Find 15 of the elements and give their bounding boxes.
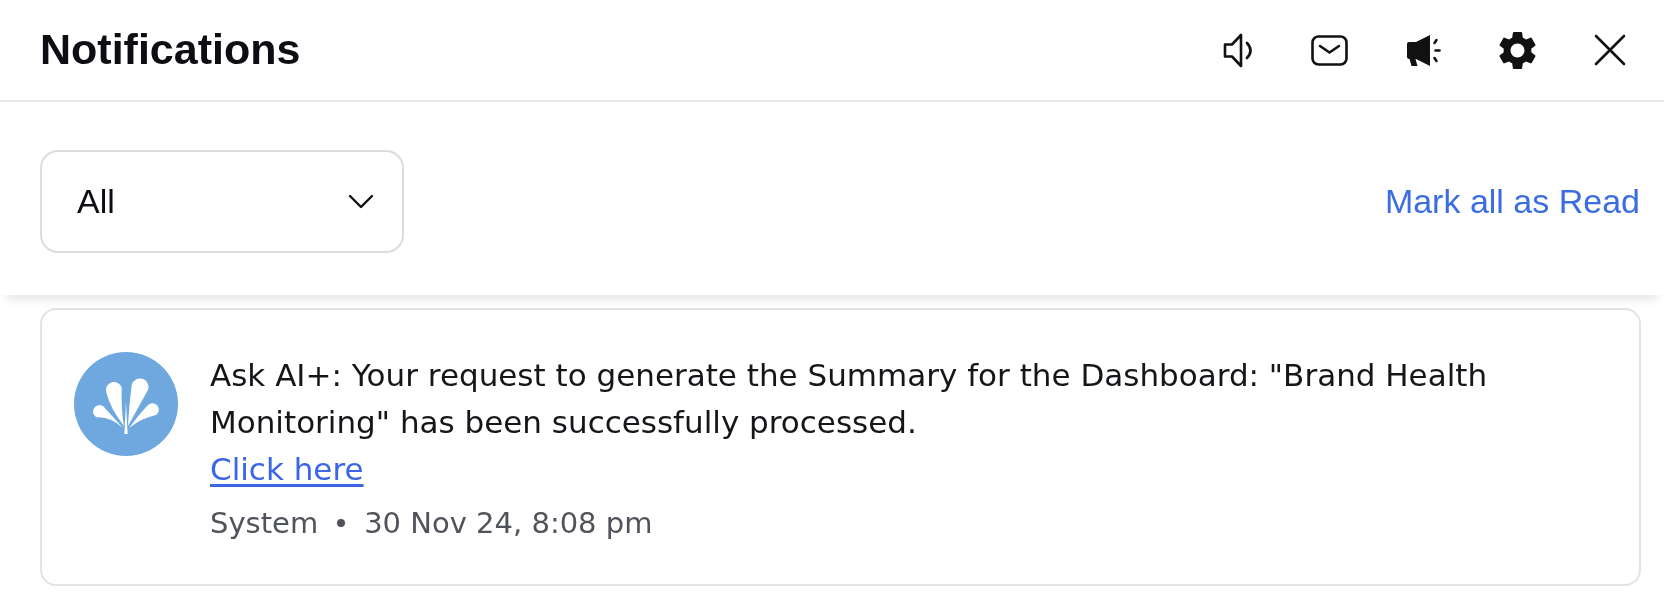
- click-here-link[interactable]: Click here: [210, 446, 364, 493]
- panel-title: Notifications: [40, 26, 301, 74]
- megaphone-icon[interactable]: [1406, 33, 1441, 67]
- mail-icon[interactable]: [1311, 34, 1348, 66]
- notification-time: 30 Nov 24, 8:08 pm: [364, 505, 653, 542]
- separator-dot-icon: [337, 519, 346, 527]
- notification-source: System: [210, 505, 319, 542]
- chevron-down-icon: [348, 194, 374, 209]
- settings-icon[interactable]: [1499, 31, 1536, 69]
- splash-icon: [74, 352, 178, 456]
- notification-message: Ask AI+: Your request to generate the Summary for the Dashboard: "Brand Health Monitoring" has been successfully processed.: [210, 356, 1489, 442]
- speaker-icon[interactable]: [1223, 31, 1253, 69]
- filter-dropdown[interactable]: All: [40, 150, 404, 253]
- close-icon[interactable]: [1594, 34, 1626, 66]
- mark-all-read-link[interactable]: Mark all as Read: [1384, 182, 1640, 221]
